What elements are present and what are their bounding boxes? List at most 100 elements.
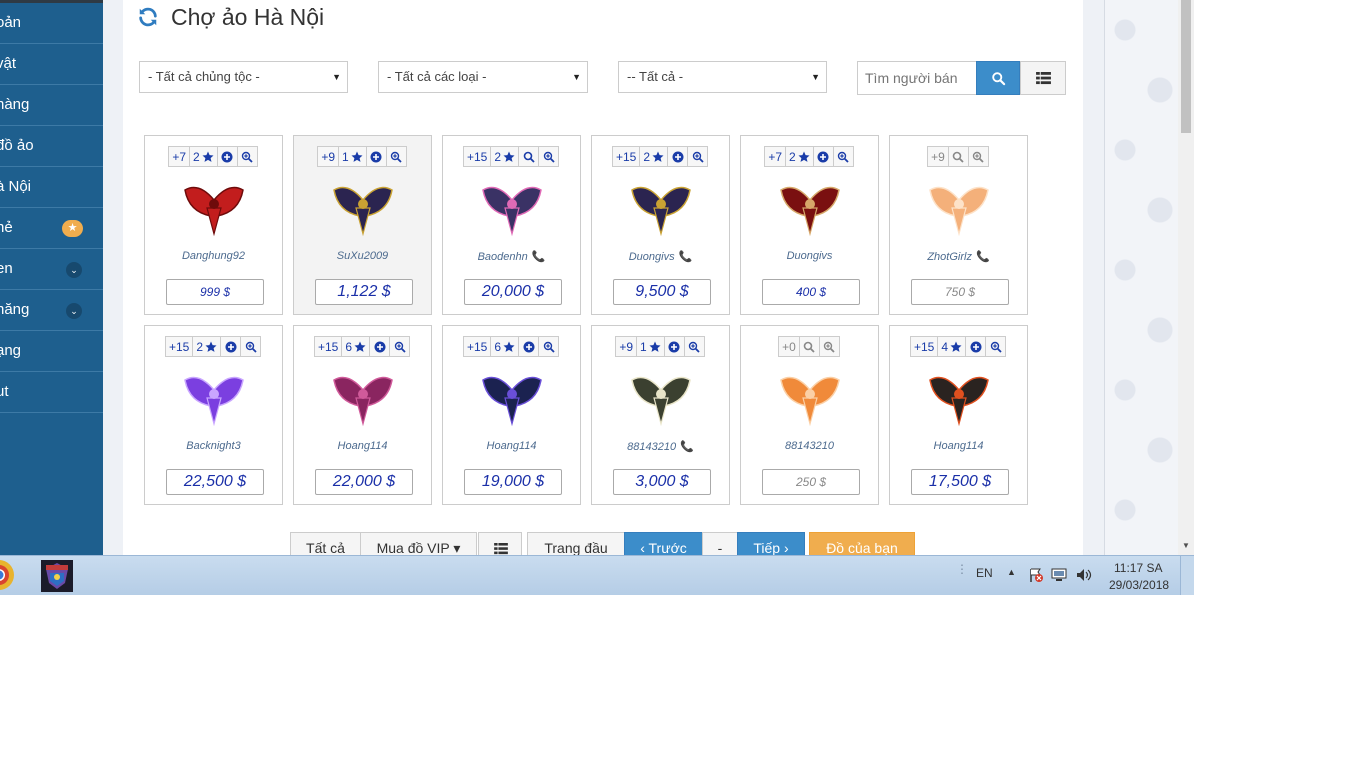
clock-time[interactable]: 11:17 SA [1114,561,1162,575]
zoom-item-button[interactable] [687,146,709,167]
price-button[interactable]: 20,000 $ [464,279,562,305]
refresh-icon[interactable] [137,6,159,28]
zoom-item-button[interactable] [967,146,989,167]
scroll-down-arrow-icon[interactable]: ▼ [1182,541,1190,550]
item-image[interactable] [924,368,994,428]
sidebar-item-shop[interactable]: hàng [0,85,103,126]
item-card[interactable]: +9 1 88143210 📞 3,000 $ [591,325,730,505]
seller-search-input[interactable] [857,61,976,95]
zoom-item-button[interactable] [385,146,407,167]
view-details-button[interactable] [947,146,969,167]
seller-name-link[interactable]: 88143210 [741,440,878,452]
item-image[interactable] [328,368,398,428]
sidebar-item-expand-1[interactable]: en ⌄ [0,249,103,290]
seller-name-link[interactable]: Hoang114 [443,440,580,452]
sidebar-item-virtual-items[interactable]: đồ ảo [0,126,103,167]
price-button[interactable]: 250 $ [762,469,860,495]
price-button[interactable]: 1,122 $ [315,279,413,305]
item-image[interactable] [328,178,398,238]
view-details-button[interactable] [798,336,820,357]
item-image[interactable] [477,178,547,238]
price-button[interactable]: 22,000 $ [315,469,413,495]
item-image[interactable] [179,368,249,428]
other-select[interactable]: -- Tất cả - ▼ [618,61,827,93]
add-to-cart-button[interactable] [965,336,987,357]
add-to-cart-button[interactable] [365,146,387,167]
seller-name-link[interactable]: Duongivs [741,250,878,262]
sidebar-item-character[interactable]: vật [0,44,103,85]
type-select[interactable]: - Tất cả các loại - ▼ [378,61,588,93]
search-button[interactable] [976,61,1020,95]
chrome-icon[interactable] [0,558,16,592]
add-to-cart-button[interactable] [220,336,242,357]
item-card[interactable]: +9 ZhotGirlz 📞 750 $ [889,135,1028,315]
network-icon[interactable] [1051,568,1067,582]
action-center-flag-icon[interactable] [1028,567,1044,583]
price-button[interactable]: 17,500 $ [911,469,1009,495]
zoom-item-button[interactable] [538,146,560,167]
scrollbar-thumb[interactable] [1181,0,1191,133]
seller-name-link[interactable]: Hoang114 [890,440,1027,452]
zoom-item-button[interactable] [985,336,1007,357]
seller-name-link[interactable]: SuXu2009 [294,250,431,262]
item-image[interactable] [626,368,696,428]
show-desktop-button[interactable] [1180,556,1194,595]
add-to-cart-button[interactable] [663,336,685,357]
zoom-item-button[interactable] [538,336,560,357]
volume-icon[interactable] [1076,568,1092,582]
list-view-button[interactable] [1020,61,1066,95]
sidebar-item-hanoi-market[interactable]: à Nội [0,167,103,208]
tray-expand-icon[interactable]: ▲ [1007,567,1016,577]
sidebar-item-account[interactable]: oản [0,3,103,44]
price-button[interactable]: 19,000 $ [464,469,562,495]
vertical-scrollbar[interactable]: ▼ [1178,0,1194,555]
item-image[interactable] [924,178,994,238]
item-card[interactable]: +7 2 Duongivs 400 $ [740,135,879,315]
seller-name-link[interactable]: Backnight3 [145,440,282,452]
seller-name-link[interactable]: Hoang114 [294,440,431,452]
item-card[interactable]: +15 4 Hoang114 17,500 $ [889,325,1028,505]
clock-date[interactable]: 29/03/2018 [1109,578,1169,592]
zoom-item-button[interactable] [683,336,705,357]
zoom-item-button[interactable] [236,146,258,167]
price-button[interactable]: 9,500 $ [613,279,711,305]
race-select[interactable]: - Tất cả chủng tộc - ▼ [139,61,348,93]
item-card[interactable]: +15 2 Duongivs 📞 9,500 $ [591,135,730,315]
add-to-cart-button[interactable] [518,336,540,357]
zoom-item-button[interactable] [832,146,854,167]
item-card[interactable]: +15 6 Hoang114 19,000 $ [442,325,581,505]
zoom-item-button[interactable] [240,336,262,357]
seller-name-link[interactable]: Danghung92 [145,250,282,262]
item-image[interactable] [477,368,547,428]
seller-name-link[interactable]: Duongivs 📞 [592,250,729,263]
item-image[interactable] [775,368,845,428]
price-button[interactable]: 3,000 $ [613,469,711,495]
seller-name-link[interactable]: 88143210 📞 [592,440,729,453]
sidebar-item-status[interactable]: ạng [0,331,103,372]
price-button[interactable]: 750 $ [911,279,1009,305]
item-card[interactable]: +9 1 SuXu2009 1,122 $ [293,135,432,315]
seller-name-link[interactable]: ZhotGirlz 📞 [890,250,1027,263]
zoom-item-button[interactable] [818,336,840,357]
item-card[interactable]: +7 2 Danghung92 999 $ [144,135,283,315]
item-image[interactable] [179,178,249,238]
sidebar-item-features[interactable]: năng ⌄ [0,290,103,331]
price-button[interactable]: 400 $ [762,279,860,305]
item-card[interactable]: +15 6 Hoang114 22,000 $ [293,325,432,505]
add-to-cart-button[interactable] [216,146,238,167]
item-image[interactable] [626,178,696,238]
game-app-icon[interactable] [40,559,74,593]
seller-name-link[interactable]: Baodenhn 📞 [443,250,580,263]
view-details-button[interactable] [518,146,540,167]
item-image[interactable] [775,178,845,238]
price-button[interactable]: 22,500 $ [166,469,264,495]
zoom-item-button[interactable] [389,336,411,357]
add-to-cart-button[interactable] [812,146,834,167]
add-to-cart-button[interactable] [667,146,689,167]
sidebar-item-cards[interactable]: hẻ ★ [0,208,103,249]
price-button[interactable]: 999 $ [166,279,264,305]
item-card[interactable]: +15 2 Baodenhn 📞 20,000 $ [442,135,581,315]
sidebar-item-logout[interactable]: ut [0,372,103,413]
item-card[interactable]: +15 2 Backnight3 22,500 $ [144,325,283,505]
add-to-cart-button[interactable] [369,336,391,357]
